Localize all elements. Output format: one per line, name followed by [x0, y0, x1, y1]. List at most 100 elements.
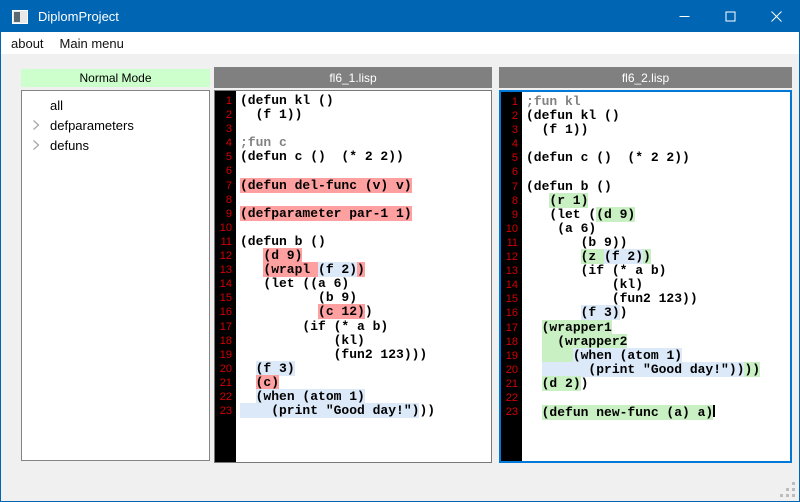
code-area[interactable]: (defun kl () (f 1));fun c(defun c () (* …: [236, 91, 491, 462]
close-icon: [771, 11, 782, 22]
tree-item-label: defuns: [50, 138, 89, 153]
code-line: [526, 137, 790, 151]
code-line: (fun2 123))): [240, 348, 491, 362]
line-number: 18: [215, 334, 232, 348]
code-line: [240, 164, 491, 178]
line-number: 19: [501, 349, 518, 363]
line-number: 10: [501, 222, 518, 236]
code-line: (c): [240, 376, 491, 390]
line-number: 13: [501, 264, 518, 278]
line-number: 7: [215, 179, 232, 193]
line-number: 22: [501, 391, 518, 405]
line-number: 22: [215, 390, 232, 404]
code-line: ;fun kl: [526, 95, 790, 109]
code-line: (f 1)): [526, 123, 790, 137]
code-line: [240, 193, 491, 207]
window-title: DiplomProject: [38, 9, 119, 24]
line-number: 19: [215, 348, 232, 362]
editor-right[interactable]: 1234567891011121314151617181920212223 ;f…: [499, 90, 792, 463]
code-panel-right: fl6_2.lisp 12345678910111213141516171819…: [499, 67, 792, 463]
code-line: (let ((d 9): [526, 208, 790, 222]
line-number: 14: [215, 277, 232, 291]
chevron-right-icon[interactable]: [30, 115, 50, 135]
code-line: (defun del-func (v) v): [240, 179, 491, 193]
code-line: (print "Good day!"))): [240, 404, 491, 418]
code-line: (z (f 2)): [526, 250, 790, 264]
line-number: 4: [501, 137, 518, 151]
line-number: 11: [501, 236, 518, 250]
app-icon: [12, 10, 28, 24]
line-number: 14: [501, 278, 518, 292]
line-number: 1: [501, 95, 518, 109]
code-line: (b 9)): [526, 236, 790, 250]
code-line: (wrapl (f 2)): [240, 263, 491, 277]
code-line: (wrapper1: [526, 321, 790, 335]
panel-title: fl6_1.lisp: [214, 67, 492, 88]
line-number: 17: [501, 321, 518, 335]
minimize-button[interactable]: [661, 1, 707, 32]
line-number: 2: [501, 109, 518, 123]
line-number: 6: [215, 164, 232, 178]
line-number: 9: [501, 208, 518, 222]
code-line: (a 6): [526, 222, 790, 236]
line-number: 7: [501, 180, 518, 194]
line-number: 11: [215, 235, 232, 249]
code-line: ;fun c: [240, 136, 491, 150]
maximize-icon: [725, 11, 736, 22]
line-number: 8: [501, 194, 518, 208]
code-line: (when (atom 1): [240, 390, 491, 404]
code-line: (d 2)): [526, 377, 790, 391]
code-line: (defun new-func (a) a): [526, 405, 790, 419]
code-line: [240, 221, 491, 235]
line-number: 17: [215, 320, 232, 334]
code-line: (defun b (): [240, 235, 491, 249]
tree-item-label: all: [50, 98, 63, 113]
tree-item-defuns[interactable]: defuns: [22, 135, 209, 155]
tree-item-all[interactable]: all: [22, 95, 209, 115]
line-number: 1: [215, 94, 232, 108]
tree-indent-spacer: [30, 95, 50, 115]
maximize-button[interactable]: [707, 1, 753, 32]
code-line: (if (* a b): [526, 264, 790, 278]
titlebar: DiplomProject: [1, 1, 799, 32]
line-number: 8: [215, 193, 232, 207]
chevron-right-icon[interactable]: [30, 135, 50, 155]
code-line: (f 3): [240, 362, 491, 376]
code-area[interactable]: ;fun kl(defun kl () (f 1))(defun c () (*…: [522, 92, 790, 461]
code-line: (defparameter par-1 1): [240, 207, 491, 221]
code-line: (kl): [240, 334, 491, 348]
line-number: 3: [215, 122, 232, 136]
editor-left[interactable]: 1234567891011121314151617181920212223 (d…: [214, 90, 492, 463]
line-number: 9: [215, 207, 232, 221]
line-number: 12: [215, 249, 232, 263]
code-line: (defun c () (* 2 2)): [526, 151, 790, 165]
code-line: [526, 165, 790, 179]
code-line: (defun c () (* 2 2)): [240, 150, 491, 164]
close-button[interactable]: [753, 1, 799, 32]
code-line: [240, 122, 491, 136]
line-number: 5: [501, 151, 518, 165]
line-number: 3: [501, 123, 518, 137]
code-line: (when (atom 1): [526, 349, 790, 363]
line-number: 2: [215, 108, 232, 122]
line-number: 5: [215, 150, 232, 164]
line-number: 20: [215, 362, 232, 376]
line-number-gutter: 1234567891011121314151617181920212223: [215, 91, 236, 462]
text-cursor: [713, 405, 715, 417]
app-window: DiplomProject about Main menu Normal Mod…: [0, 0, 800, 502]
menubar: about Main menu: [1, 32, 799, 54]
code-line: (print "Good day!")))): [526, 363, 790, 377]
line-number: 23: [501, 405, 518, 419]
menu-item-main-menu[interactable]: Main menu: [52, 32, 132, 54]
code-line: [526, 391, 790, 405]
resize-grip[interactable]: [780, 482, 795, 497]
tree-item-defparameters[interactable]: defparameters: [22, 115, 209, 135]
file-tree: all defparameters defuns: [21, 90, 210, 461]
code-line: (f 1)): [240, 108, 491, 122]
line-number: 21: [501, 377, 518, 391]
line-number: 10: [215, 221, 232, 235]
menu-item-about[interactable]: about: [1, 32, 52, 54]
panel-title: fl6_2.lisp: [499, 67, 792, 88]
code-panel-left: fl6_1.lisp 12345678910111213141516171819…: [214, 67, 492, 463]
line-number: 16: [215, 305, 232, 319]
